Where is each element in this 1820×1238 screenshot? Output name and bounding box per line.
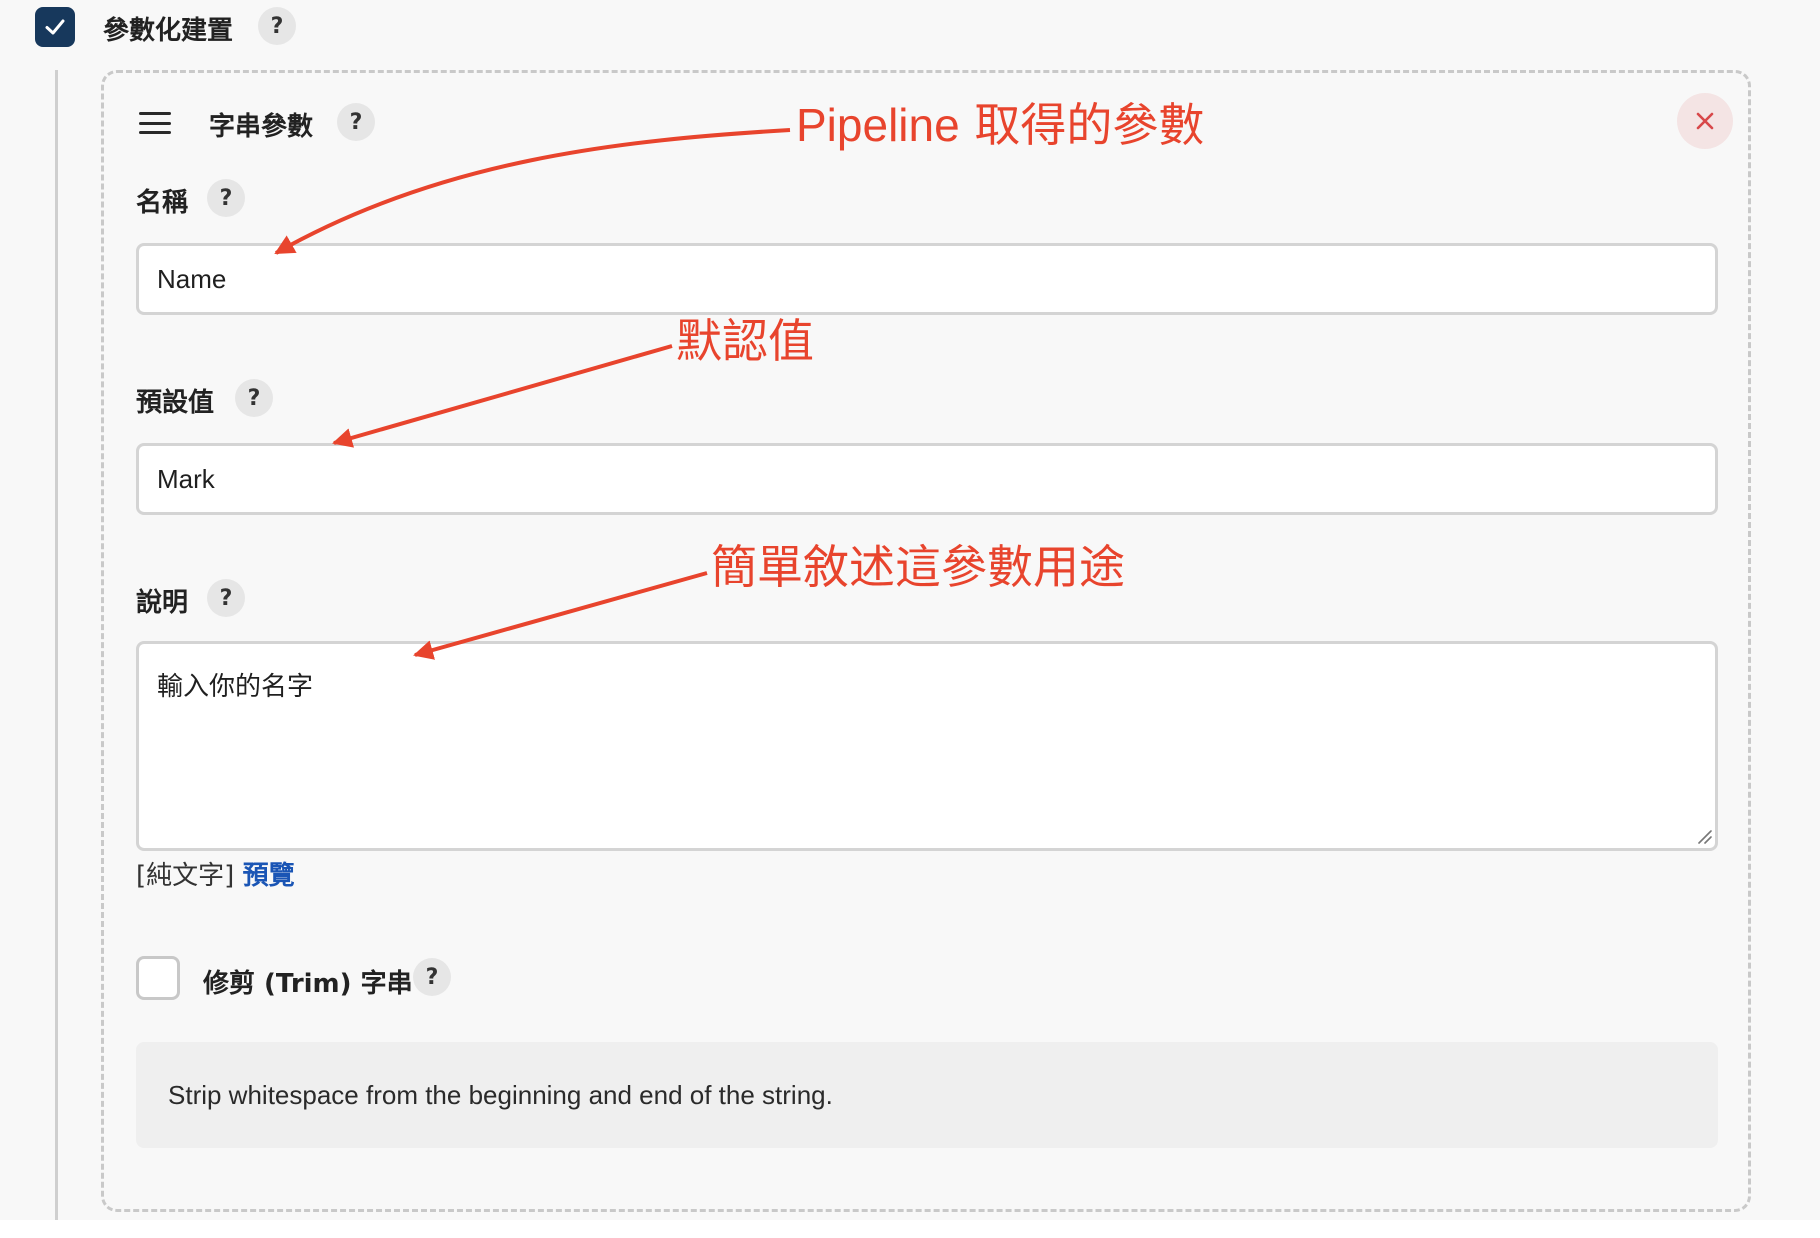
description-annotation-text: 簡單敘述這參數用途 xyxy=(711,540,1125,594)
name-annotation-arrow xyxy=(274,128,791,255)
description-annotation-arrow xyxy=(413,571,708,660)
bottom-edge xyxy=(0,1220,1820,1238)
default-annotation-text: 默認值 xyxy=(676,314,814,368)
name-annotation-latin: Pipeline xyxy=(796,99,960,151)
annotation-arrows xyxy=(274,128,791,660)
name-annotation-cjk: 取得的參數 xyxy=(974,98,1205,152)
default-annotation-arrow xyxy=(332,344,673,448)
name-annotation-text: Pipeline 取得的參數 xyxy=(796,102,1204,148)
